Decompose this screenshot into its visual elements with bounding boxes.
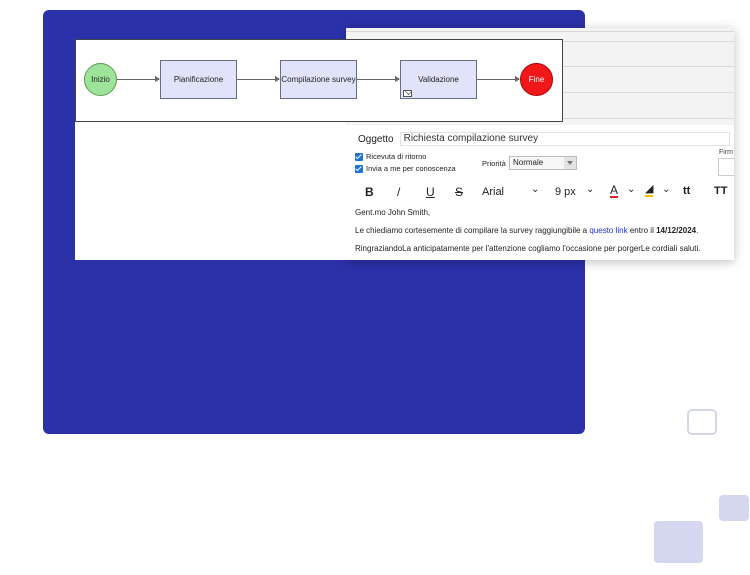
body-text: Le chiediamo cortesemente di compilare l… <box>355 226 590 235</box>
email-greeting: Gent.mo John Smith, <box>355 208 431 217</box>
workflow-diagram: Inizio Pianificazione Compilazione surve… <box>75 39 563 122</box>
priority-select[interactable]: Normale <box>509 156 577 170</box>
subject-label: Oggetto <box>358 133 394 145</box>
start-label: Inizio <box>91 75 110 84</box>
email-closing: RingraziandoLa anticipatamente per l'att… <box>355 244 701 253</box>
task-label: Validazione <box>418 75 459 84</box>
subject-input[interactable]: Richiesta compilazione survey <box>399 132 730 146</box>
header-divider <box>346 31 734 32</box>
end-label: Fine <box>528 75 545 84</box>
body-text: entro il <box>627 226 657 235</box>
connector-arrow <box>237 76 280 82</box>
signature-field[interactable] <box>718 158 734 176</box>
due-date: 14/12/2024 <box>656 226 697 235</box>
cc-me-label: Invia a me per conoscenza <box>366 164 456 173</box>
priority-label: Priorità <box>482 159 506 168</box>
chevron-down-icon[interactable]: ⌄ <box>586 184 594 195</box>
text-transform-button[interactable]: TT <box>714 185 727 197</box>
bold-button[interactable]: B <box>365 185 374 199</box>
subject-row: Oggetto Richiesta compilazione survey <box>358 132 730 146</box>
task-label: Compilazione survey <box>281 75 356 84</box>
return-receipt-option[interactable]: Ricevuta di ritorno <box>355 152 426 161</box>
start-event[interactable]: Inizio <box>84 63 117 96</box>
email-body-line: Le chiediamo cortesemente di compilare l… <box>355 226 698 235</box>
envelope-icon <box>403 90 412 97</box>
return-receipt-checkbox[interactable] <box>355 152 363 161</box>
font-size-select[interactable]: 9 px <box>555 186 576 198</box>
return-receipt-label: Ricevuta di ritorno <box>366 152 427 161</box>
task-label: Pianificazione <box>173 75 224 84</box>
connector-arrow <box>117 76 160 82</box>
task-node[interactable]: Compilazione survey <box>280 60 357 99</box>
end-event[interactable]: Fine <box>520 63 553 96</box>
signature-label: Firm <box>719 149 733 156</box>
text-color-button[interactable]: A <box>610 184 619 198</box>
decor-square-small <box>719 495 749 521</box>
italic-button[interactable]: / <box>397 185 400 199</box>
chevron-down-icon[interactable]: ⌄ <box>627 184 635 195</box>
body-text: . <box>696 226 699 235</box>
chevron-down-icon <box>564 157 576 169</box>
decor-square-outline <box>687 409 717 435</box>
strikethrough-button[interactable]: S <box>455 185 463 199</box>
highlight-color-icon[interactable]: ◢ <box>645 184 654 197</box>
survey-link[interactable]: questo link <box>589 226 627 235</box>
underline-button[interactable]: U <box>426 185 435 199</box>
connector-arrow <box>477 76 520 82</box>
font-family-select[interactable]: Arial <box>482 186 504 198</box>
connector-arrow <box>357 76 400 82</box>
superscript-button[interactable]: tt <box>683 185 690 197</box>
cc-me-checkbox[interactable] <box>355 164 363 173</box>
task-node[interactable]: Validazione <box>400 60 477 99</box>
decor-square-large <box>654 521 703 563</box>
chevron-down-icon[interactable]: ⌄ <box>531 184 539 195</box>
canvas-area <box>75 122 346 260</box>
task-node[interactable]: Pianificazione <box>160 60 237 99</box>
chevron-down-icon[interactable]: ⌄ <box>662 184 670 195</box>
priority-value: Normale <box>513 158 544 167</box>
cc-me-option[interactable]: Invia a me per conoscenza <box>355 164 456 173</box>
